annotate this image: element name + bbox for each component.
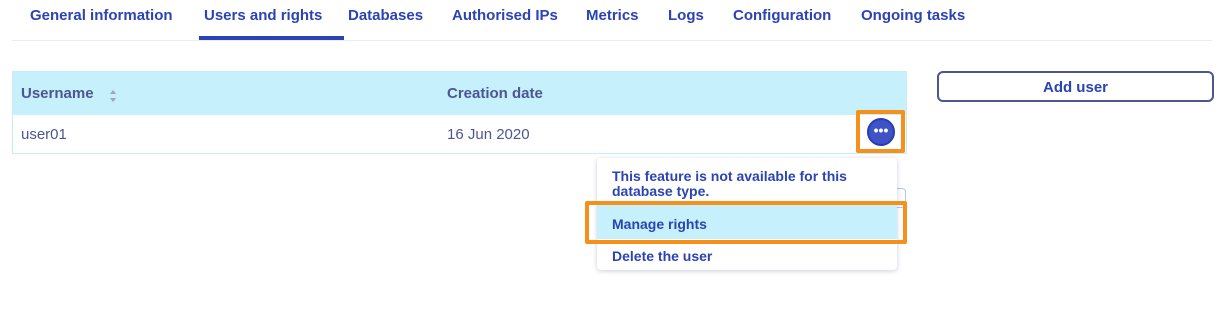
sort-icon[interactable] xyxy=(109,89,117,103)
tab-metrics[interactable]: Metrics xyxy=(586,7,639,25)
tab-ongoing-tasks[interactable]: Ongoing tasks xyxy=(861,7,965,25)
menu-unavailable-note: This feature is not available for this d… xyxy=(612,168,847,199)
tab-bar: General information Users and rights Dat… xyxy=(12,0,1212,41)
row-actions-button[interactable]: ••• xyxy=(867,118,895,146)
add-user-button[interactable]: Add user xyxy=(937,71,1214,102)
menu-item-manage-rights[interactable]: Manage rights xyxy=(612,216,707,232)
table-header: Username Creation date xyxy=(13,72,906,115)
tab-configuration[interactable]: Configuration xyxy=(733,7,831,25)
tab-general-information[interactable]: General information xyxy=(30,7,173,25)
more-horizontal-icon: ••• xyxy=(873,122,889,138)
row-actions-menu: This feature is not available for this d… xyxy=(597,158,897,270)
column-header-username[interactable]: Username xyxy=(21,86,94,102)
tab-users-and-rights[interactable]: Users and rights xyxy=(204,7,322,25)
column-header-creation-date: Creation date xyxy=(447,85,543,102)
active-tab-indicator xyxy=(199,36,344,40)
obscured-button-edge xyxy=(896,188,906,208)
cell-creation-date: 16 Jun 2020 xyxy=(447,126,530,143)
tab-authorised-ips[interactable]: Authorised IPs xyxy=(452,7,558,25)
tab-logs[interactable]: Logs xyxy=(668,7,704,25)
tab-databases[interactable]: Databases xyxy=(348,7,423,25)
actions-highlight-frame: ••• xyxy=(856,110,905,153)
cell-username: user01 xyxy=(21,126,67,143)
menu-item-delete-user[interactable]: Delete the user xyxy=(612,248,712,264)
users-table: Username Creation date user01 16 Jun 202… xyxy=(12,71,907,154)
